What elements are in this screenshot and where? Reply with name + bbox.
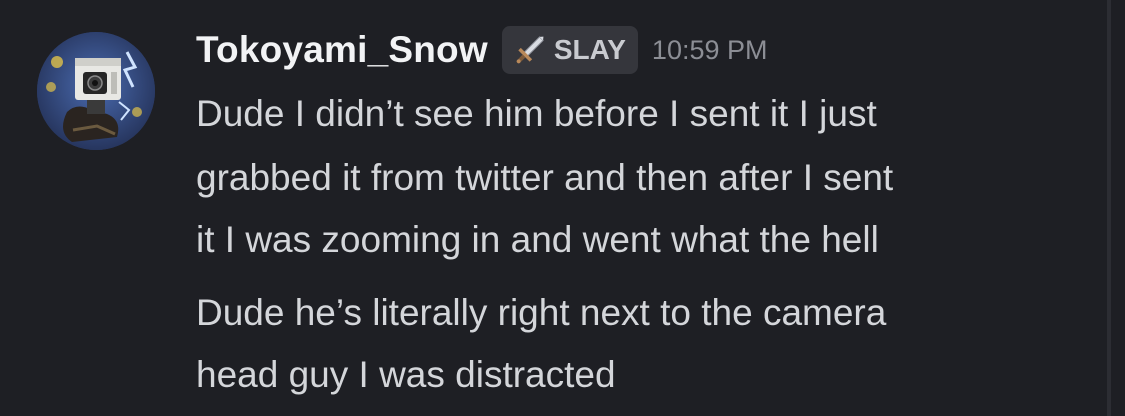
username[interactable]: Tokoyami_Snow — [196, 29, 488, 71]
sword-icon — [516, 36, 544, 64]
message-line: Dude he’s literally right next to the ca… — [196, 292, 887, 333]
role-tag-label: SLAY — [553, 34, 626, 65]
message-line: head guy I was distracted — [196, 354, 616, 395]
role-tag[interactable]: SLAY — [501, 26, 638, 74]
message-line: it I was zooming in and went what the he… — [196, 219, 879, 260]
message-header: Tokoyami_Snow SLAY 10:59 PM — [196, 26, 768, 74]
avatar[interactable] — [37, 32, 155, 150]
avatar-image — [37, 32, 155, 150]
scrollbar[interactable] — [1107, 0, 1111, 416]
message-line: grabbed it from twitter and then after I… — [196, 157, 894, 198]
message-line: Dude I didn’t see him before I sent it I… — [196, 93, 877, 134]
message-group: Tokoyami_Snow SLAY 10:59 PM Dude I didn’… — [0, 0, 1100, 416]
timestamp[interactable]: 10:59 PM — [652, 35, 768, 66]
chat-view: Tokoyami_Snow SLAY 10:59 PM Dude I didn’… — [0, 0, 1125, 416]
